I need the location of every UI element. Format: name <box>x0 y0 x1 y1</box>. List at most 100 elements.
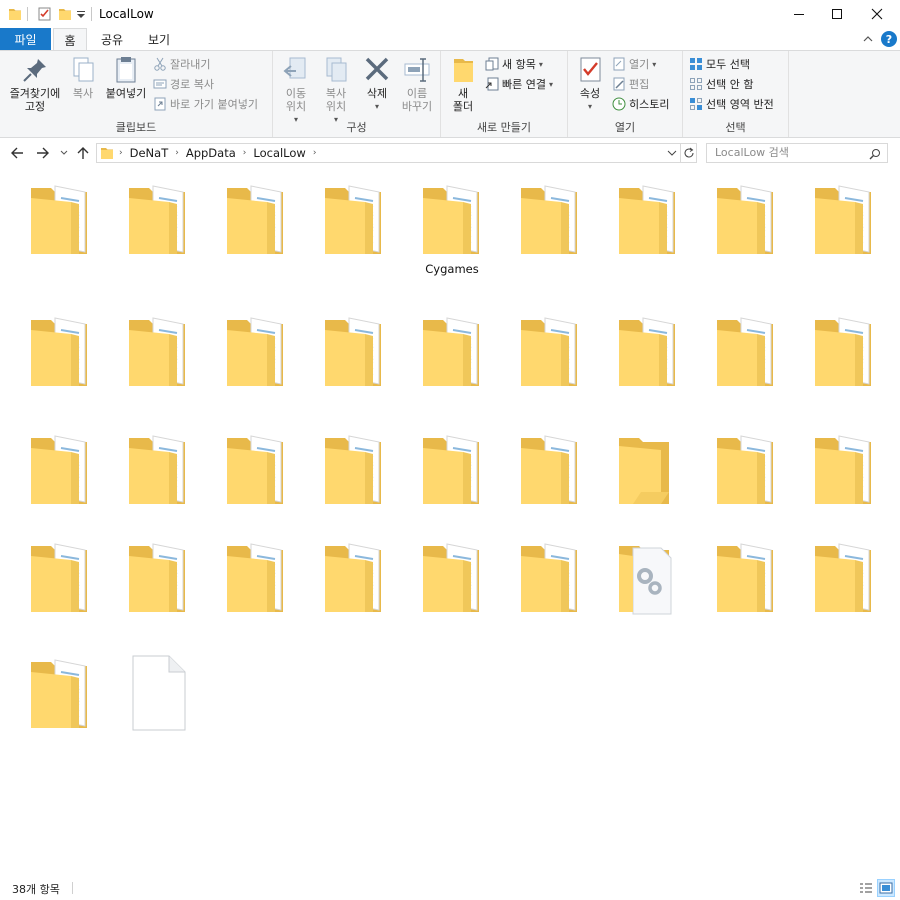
folder-item[interactable] <box>211 178 301 288</box>
tab-share[interactable]: 공유 <box>92 28 132 50</box>
properties-button[interactable]: 속성 ▾ <box>574 55 606 113</box>
settings-folder-icon <box>619 546 672 615</box>
folder-item[interactable] <box>15 428 105 538</box>
open-button[interactable]: 열기 ▾ <box>612 55 656 73</box>
folder-item[interactable] <box>15 536 105 646</box>
folder-item[interactable] <box>309 310 399 420</box>
folder-item[interactable] <box>309 536 399 646</box>
folder-item[interactable] <box>505 428 595 538</box>
collapse-ribbon-icon[interactable] <box>862 31 878 47</box>
folder-item[interactable] <box>799 310 889 420</box>
folder-item[interactable] <box>113 536 203 646</box>
history-button[interactable]: 히스토리 <box>612 95 669 113</box>
folder-item[interactable] <box>407 310 497 420</box>
new-folder-button[interactable]: 새 폴더 <box>447 55 479 113</box>
back-button[interactable] <box>8 144 26 162</box>
recent-locations-button[interactable] <box>58 144 70 162</box>
folder-with-documents-icon <box>619 317 675 386</box>
invert-selection-button[interactable]: 선택 영역 반전 <box>689 95 774 113</box>
folder-item[interactable] <box>603 428 693 538</box>
history-label: 히스토리 <box>629 98 670 111</box>
select-none-button[interactable]: 선택 안 함 <box>689 75 753 93</box>
folder-with-documents-icon <box>521 435 577 504</box>
copy-path-button[interactable]: 경로 복사 <box>153 75 214 93</box>
move-to-button[interactable]: 이동 위치 ▾ <box>277 55 315 126</box>
folder-item[interactable] <box>407 536 497 646</box>
select-all-button[interactable]: 모두 선택 <box>689 55 750 73</box>
breadcrumb-item[interactable]: DeNaT <box>130 146 169 160</box>
file-list: Cygames <box>0 168 900 876</box>
folder-item[interactable] <box>113 178 203 288</box>
delete-button[interactable]: 삭제 ▾ <box>359 55 395 113</box>
tab-home[interactable]: 홈 <box>53 28 87 51</box>
open-icon <box>613 57 625 71</box>
forward-button[interactable] <box>34 144 52 162</box>
folder-item[interactable] <box>211 428 301 538</box>
select-all-label: 모두 선택 <box>706 58 750 71</box>
folder-item[interactable] <box>701 428 791 538</box>
folder-item[interactable] <box>799 178 889 288</box>
breadcrumb-item[interactable]: AppData <box>186 146 236 160</box>
edit-button[interactable]: 편집 <box>612 75 649 93</box>
arrow-right-icon <box>37 147 49 159</box>
paste-button[interactable]: 붙여넣기 <box>102 55 150 100</box>
pin-to-quick-access-button[interactable]: 즐겨찾기에 고정 <box>6 55 64 113</box>
folder-item[interactable] <box>603 178 693 288</box>
folder-item[interactable] <box>505 178 595 288</box>
arrow-left-icon <box>11 147 23 159</box>
tab-file[interactable]: 파일 <box>0 28 51 50</box>
folder-item[interactable] <box>309 178 399 288</box>
folder-item[interactable] <box>505 310 595 420</box>
new-item-icon <box>485 57 499 71</box>
divider <box>91 7 92 21</box>
breadcrumb-item[interactable]: LocalLow <box>253 146 305 160</box>
pin-label: 즐겨찾기에 고정 <box>9 87 61 113</box>
folder-item[interactable] <box>113 428 203 538</box>
folder-item[interactable] <box>603 310 693 420</box>
address-bar[interactable]: › DeNaT › AppData › LocalLow › <box>96 143 681 163</box>
copy-path-label: 경로 복사 <box>170 78 214 91</box>
up-button[interactable] <box>74 144 92 162</box>
folder-item[interactable] <box>15 310 105 420</box>
refresh-button[interactable] <box>681 143 697 163</box>
new-folder-quick-icon[interactable] <box>58 6 72 22</box>
customize-toolbar-icon[interactable] <box>76 6 86 22</box>
folder-item[interactable] <box>113 310 203 420</box>
folder-with-documents-icon <box>227 543 283 612</box>
folder-item[interactable] <box>211 536 301 646</box>
folder-item[interactable]: Cygames <box>407 178 497 288</box>
folder-item[interactable] <box>701 178 791 288</box>
folder-item[interactable] <box>211 310 301 420</box>
help-icon[interactable]: ? <box>881 31 897 47</box>
copy-to-button[interactable]: 복사 위치 ▾ <box>317 55 355 126</box>
copy-label: 복사 <box>72 87 94 100</box>
properties-quick-icon[interactable] <box>37 6 53 22</box>
folder-item[interactable] <box>15 178 105 288</box>
edit-icon <box>613 77 625 91</box>
rename-button[interactable]: 이름 바꾸기 <box>397 55 437 113</box>
folder-item[interactable] <box>701 536 791 646</box>
cut-button[interactable]: 잘라내기 <box>153 55 210 73</box>
folder-item[interactable] <box>799 428 889 538</box>
address-dropdown-icon[interactable] <box>666 147 678 159</box>
folder-item[interactable] <box>407 428 497 538</box>
details-view-button[interactable] <box>857 879 875 897</box>
chevron-down-icon: ▾ <box>548 79 553 89</box>
paste-shortcut-button[interactable]: 바로 가기 붙여넣기 <box>153 95 258 113</box>
search-icon[interactable] <box>869 148 881 160</box>
folder-item[interactable] <box>505 536 595 646</box>
new-item-button[interactable]: 새 항목 ▾ <box>485 55 543 73</box>
close-button[interactable] <box>854 0 900 28</box>
copy-button[interactable]: 복사 <box>64 55 102 100</box>
easy-access-button[interactable]: 빠른 연결 ▾ <box>485 75 553 93</box>
tab-view[interactable]: 보기 <box>139 28 179 50</box>
folder-item[interactable] <box>603 536 693 646</box>
search-input[interactable] <box>715 146 865 159</box>
status-bar: 38개 항목 <box>0 876 900 900</box>
folder-item[interactable] <box>701 310 791 420</box>
folder-item[interactable] <box>309 428 399 538</box>
folder-item[interactable] <box>799 536 889 646</box>
file-item[interactable] <box>113 652 203 762</box>
folder-item[interactable] <box>15 652 105 762</box>
large-icons-view-button[interactable] <box>877 879 895 897</box>
